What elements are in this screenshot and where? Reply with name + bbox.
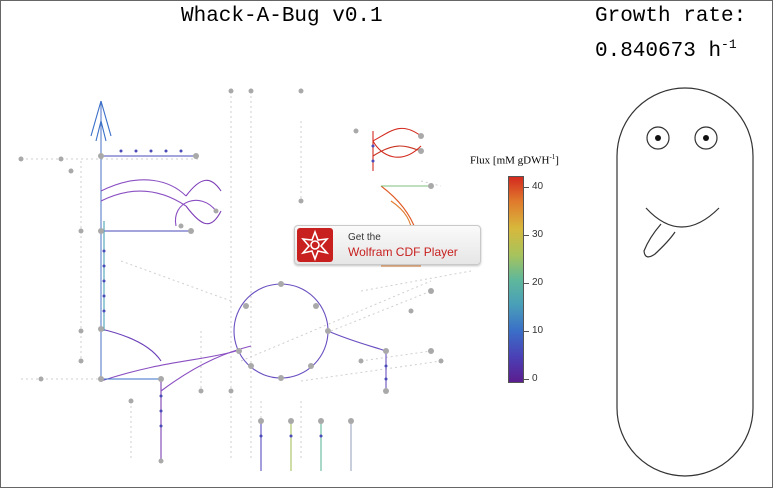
active-flux-paths — [90, 100, 431, 471]
colorbar-tick-label: 20 — [532, 277, 544, 288]
game-window: Whack-A-Bug v0.1 Growth rate: 0.840673 h… — [0, 0, 773, 488]
flux-legend-title-main: Flux [mM gDWH — [470, 154, 550, 167]
growth-rate-value: 0.840673 — [595, 40, 696, 63]
get-cdf-player-button[interactable]: Get the Wolfram CDF Player — [294, 225, 481, 265]
colorbar-tick-label: 40 — [532, 181, 544, 192]
growth-rate-label: Growth rate: — [595, 5, 747, 28]
colorbar-tick-label: 0 — [532, 373, 538, 384]
colorbar-tick — [524, 331, 529, 332]
reaction-markers — [102, 144, 388, 438]
wolfram-spikey-icon — [297, 228, 333, 262]
colorbar-tick-label: 30 — [532, 229, 544, 240]
cdf-player-name: Wolfram CDF Player — [348, 245, 458, 259]
colorbar-tick — [524, 235, 529, 236]
colorbar-tick — [524, 283, 529, 284]
flux-legend-title: Flux [mM gDWH-1] — [470, 153, 559, 167]
growth-rate-readout: 0.840673 h-1 — [595, 37, 737, 63]
flux-legend-title-end: ] — [555, 154, 559, 167]
bug-character[interactable] — [611, 86, 761, 481]
flux-colorbar — [508, 176, 524, 383]
game-title: Whack-A-Bug v0.1 — [181, 5, 383, 28]
bug-body — [616, 87, 754, 477]
growth-rate-unit-exponent: -1 — [721, 37, 737, 52]
bug-right-pupil — [703, 135, 709, 141]
colorbar-tick-label: 10 — [532, 325, 544, 336]
cdf-get-text: Get the — [348, 232, 381, 243]
bug-left-pupil — [655, 135, 661, 141]
colorbar-tick — [524, 379, 529, 380]
growth-rate-unit: h — [708, 40, 722, 63]
colorbar-tick — [524, 187, 529, 188]
